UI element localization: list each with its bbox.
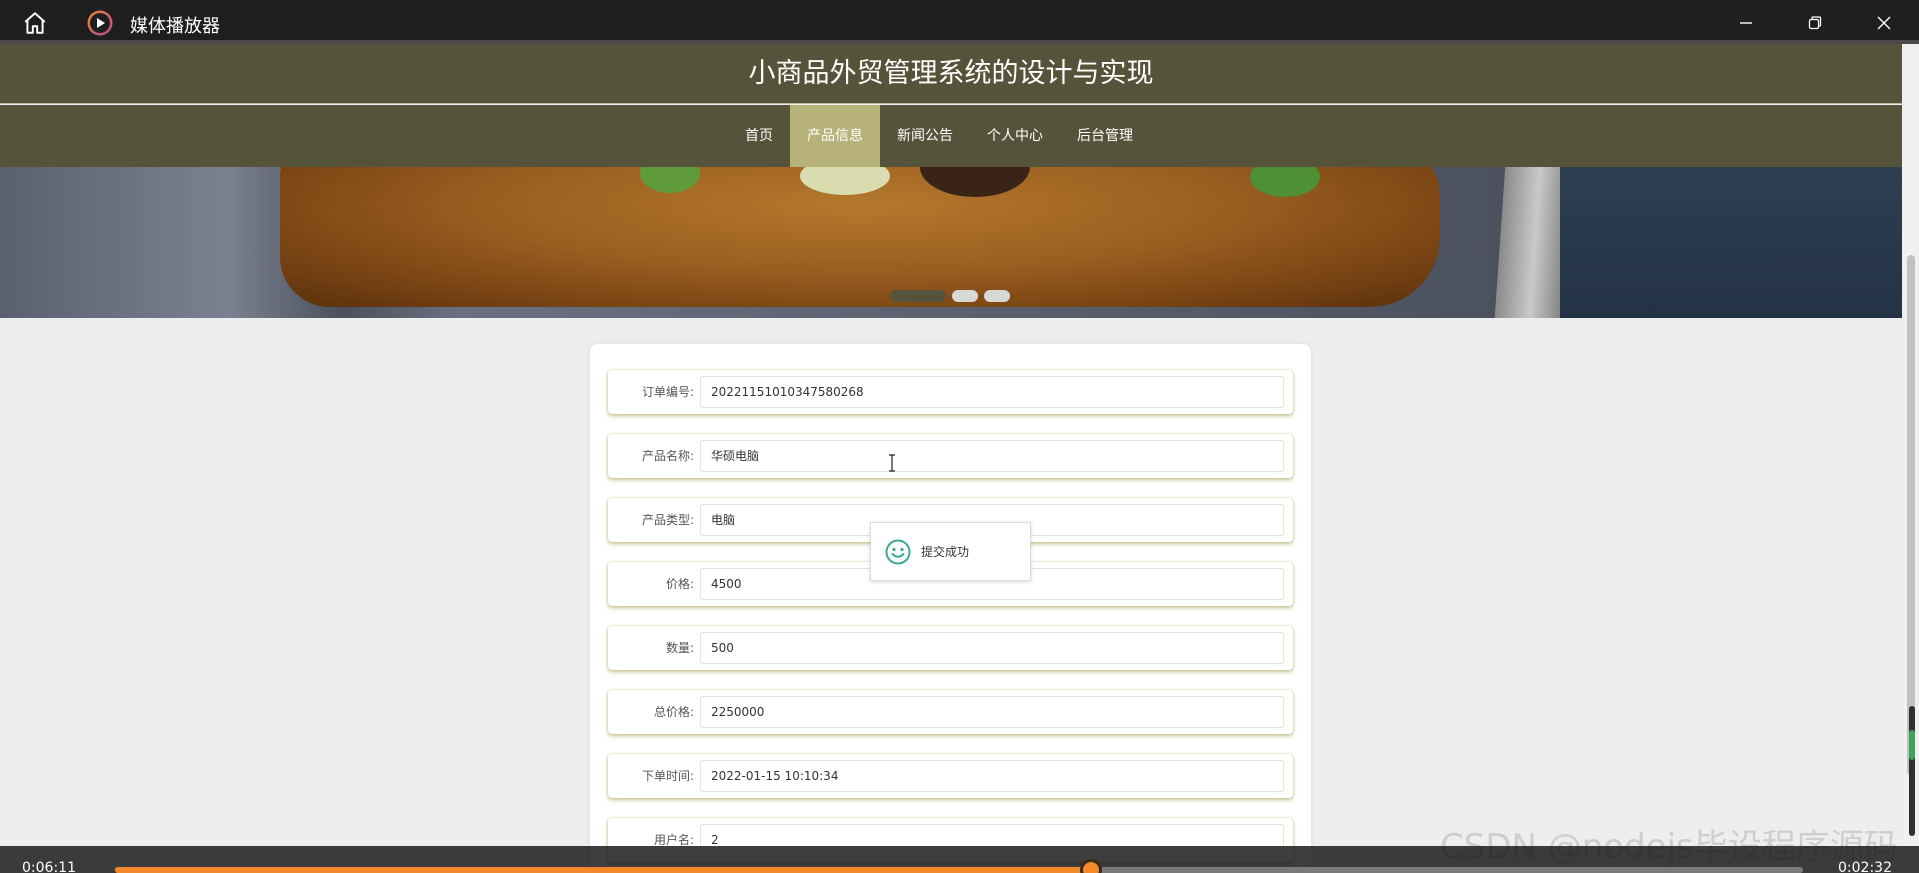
close-icon <box>1877 16 1891 30</box>
carousel-dots <box>890 290 1010 302</box>
smile-icon <box>885 539 911 565</box>
app-title: 媒体播放器 <box>130 16 220 37</box>
site-nav: 首页 产品信息 新闻公告 个人中心 后台管理 <box>0 105 1902 167</box>
field-label: 产品类型: <box>641 513 694 527</box>
volume-level <box>1909 730 1915 760</box>
time-elapsed: 0:06:11 <box>22 860 76 873</box>
site-header: 小商品外贸管理系统的设计与实现 <box>0 44 1902 104</box>
field-label: 产品名称: <box>641 449 694 463</box>
field-label: 总价格: <box>653 705 694 719</box>
nav-items: 首页 产品信息 新闻公告 个人中心 后台管理 <box>728 105 1150 167</box>
form-row-total-price: 总价格: 2250000 <box>608 690 1293 734</box>
volume-slider[interactable] <box>1909 706 1915 836</box>
banner-carousel <box>0 167 1902 318</box>
carousel-dot[interactable] <box>984 290 1010 302</box>
form-row-product-name: 产品名称: 华硕电脑 <box>608 434 1293 478</box>
form-row-order-no: 订单编号: 20221151010347580268 <box>608 370 1293 414</box>
home-icon <box>24 12 46 34</box>
home-button[interactable] <box>18 9 52 37</box>
form-row-quantity: 数量: 500 <box>608 626 1293 670</box>
order-time-input[interactable]: 2022-01-15 10:10:34 <box>700 760 1284 792</box>
seek-bar-progress <box>115 867 1091 873</box>
field-label: 下单时间: <box>641 769 694 783</box>
banner-cloth <box>1560 167 1902 318</box>
nav-personal-center[interactable]: 个人中心 <box>970 105 1060 167</box>
quantity-input[interactable]: 500 <box>700 632 1284 664</box>
nav-admin[interactable]: 后台管理 <box>1060 105 1150 167</box>
toast-message: 提交成功 <box>921 545 970 559</box>
form-row-order-time: 下单时间: 2022-01-15 10:10:34 <box>608 754 1293 798</box>
order-no-input[interactable]: 20221151010347580268 <box>700 376 1284 408</box>
player-titlebar: 媒体播放器 <box>0 0 1919 44</box>
product-name-input[interactable]: 华硕电脑 <box>700 440 1284 472</box>
close-button[interactable] <box>1864 8 1904 38</box>
carousel-dot[interactable] <box>890 290 946 302</box>
site-title: 小商品外贸管理系统的设计与实现 <box>748 58 1154 89</box>
play-logo-icon <box>87 10 113 36</box>
nav-home[interactable]: 首页 <box>728 105 790 167</box>
time-total: 0:02:32 <box>1838 860 1892 873</box>
restore-button[interactable] <box>1795 8 1835 38</box>
field-label: 价格: <box>665 577 694 591</box>
field-label: 数量: <box>665 641 694 655</box>
restore-icon <box>1808 16 1822 30</box>
minimize-button[interactable] <box>1726 8 1766 38</box>
field-label: 订单编号: <box>641 385 694 399</box>
carousel-dot[interactable] <box>952 290 978 302</box>
nav-news[interactable]: 新闻公告 <box>880 105 970 167</box>
order-detail-form: 订单编号: 20221151010347580268 产品名称: 华硕电脑 产品… <box>590 344 1311 873</box>
nav-product-info[interactable]: 产品信息 <box>790 105 880 167</box>
minimize-icon <box>1740 22 1752 24</box>
text-cursor-icon <box>889 454 895 472</box>
success-toast: 提交成功 <box>870 522 1031 581</box>
total-price-input[interactable]: 2250000 <box>700 696 1284 728</box>
scrollbar-thumb[interactable] <box>1907 255 1915 775</box>
